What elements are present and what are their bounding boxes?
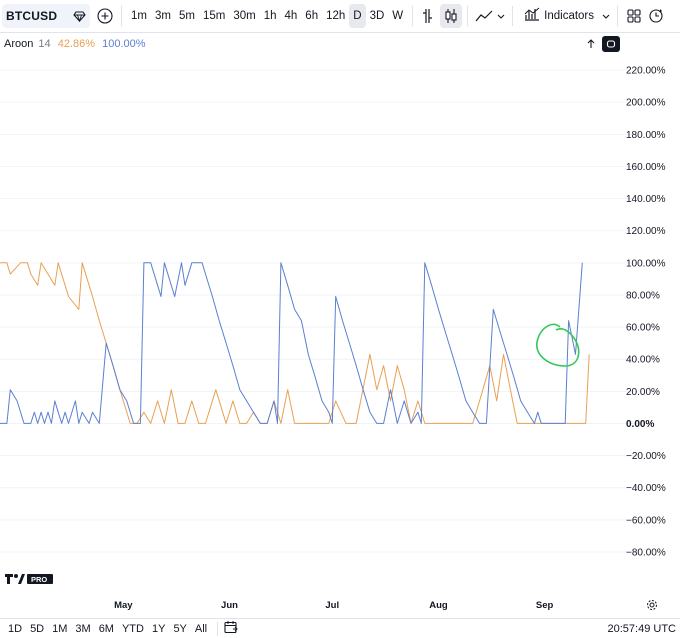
diamond-icon[interactable] (72, 9, 86, 23)
toolbar-divider (512, 6, 514, 26)
range-all[interactable]: All (191, 623, 211, 635)
chart-series (0, 262, 590, 424)
chevron-down-icon[interactable] (600, 4, 612, 28)
toolbar-divider (467, 6, 469, 26)
range-1d[interactable]: 1D (4, 623, 26, 635)
y-tick-label: 0.00% (626, 419, 654, 430)
aroon-up-line (0, 262, 590, 424)
indicators-label: Indicators (544, 10, 595, 22)
aroon-chart[interactable]: 220.00% 200.00% 180.00% 160.00% 140.00% 120.0… (0, 33, 680, 618)
range-6m[interactable]: 6M (95, 623, 118, 635)
svg-text:PRO: PRO (31, 575, 47, 584)
candles-icon[interactable] (440, 4, 463, 28)
symbol-label: BTCUSD (6, 9, 58, 23)
utc-clock[interactable]: 20:57:49 UTC (608, 623, 676, 635)
x-tick-label: Aug (429, 600, 448, 611)
toolbar-divider (217, 621, 219, 636)
indicators-icon (524, 7, 540, 26)
symbol-search[interactable]: BTCUSD (2, 4, 90, 28)
timeframe-6h[interactable]: 6h (301, 4, 322, 28)
y-tick-label: 140.00% (626, 194, 666, 205)
x-tick-label: Jul (325, 600, 339, 611)
timeframe-30m[interactable]: 30m (229, 4, 259, 28)
x-tick-label: Sep (536, 600, 554, 611)
y-tick-label: 200.00% (626, 98, 666, 109)
x-tick-label: Jun (221, 600, 238, 611)
range-5d[interactable]: 5D (26, 623, 48, 635)
gear-icon[interactable] (646, 598, 658, 610)
x-tick-label: May (114, 600, 133, 611)
bar-style-icon[interactable] (418, 4, 440, 28)
y-tick-label: 100.00% (626, 258, 666, 269)
timeframe-4h[interactable]: 4h (281, 4, 302, 28)
toolbar-divider (412, 6, 414, 26)
timeframe-5m[interactable]: 5m (175, 4, 199, 28)
range-ytd[interactable]: YTD (118, 623, 148, 635)
range-1y[interactable]: 1Y (148, 623, 169, 635)
chevron-down-icon[interactable] (495, 4, 507, 28)
y-tick-label: −20.00% (626, 451, 666, 462)
timeframe-list: 1m 3m 5m 15m 30m 1h 4h 6h 12h D 3D W (127, 4, 407, 28)
chart-grid (0, 69, 640, 553)
y-tick-label: −60.00% (626, 515, 666, 526)
y-tick-label: 160.00% (626, 162, 666, 173)
y-tick-label: 40.00% (626, 355, 660, 366)
annotation-circle (536, 323, 580, 367)
time-axis[interactable]: May Jun Jul Aug Sep (114, 600, 553, 611)
y-tick-label: 20.00% (626, 387, 660, 398)
y-tick-label: 60.00% (626, 323, 660, 334)
toolbar-divider (617, 6, 619, 26)
go-to-date-calendar-icon[interactable] (224, 620, 238, 637)
y-tick-label: 220.00% (626, 66, 666, 77)
timeframe-d[interactable]: D (349, 4, 366, 28)
indicators-button[interactable]: Indicators (524, 4, 594, 28)
timeframe-1m[interactable]: 1m (127, 4, 151, 28)
compare-symbol-plus-icon[interactable] (94, 5, 116, 27)
y-tick-label: −40.00% (626, 483, 666, 494)
range-5y[interactable]: 5Y (169, 623, 190, 635)
bottom-toolbar: 1D 5D 1M 3M 6M YTD 1Y 5Y All 20:57:49 UTC (0, 618, 680, 638)
tradingview-logo: PRO (5, 574, 53, 584)
timeframe-1h[interactable]: 1h (260, 4, 281, 28)
timeframe-w[interactable]: W (388, 4, 407, 28)
range-3m[interactable]: 3M (71, 623, 94, 635)
y-tick-label: 80.00% (626, 290, 660, 301)
y-tick-label: −80.00% (626, 547, 666, 558)
y-tick-label: 180.00% (626, 130, 666, 141)
layout-grid-icon[interactable] (623, 4, 645, 28)
aroon-down-line (0, 262, 583, 424)
timeframe-3m[interactable]: 3m (151, 4, 175, 28)
price-axis[interactable]: 220.00% 200.00% 180.00% 160.00% 140.00% 120.0… (626, 66, 666, 559)
line-chart-icon[interactable] (473, 4, 495, 28)
top-toolbar: BTCUSD 1m 3m 5m 15m 30m 1h 4h 6h 12h D 3D W Indicat… (0, 0, 680, 33)
range-list: 1D 5D 1M 3M 6M YTD 1Y 5Y All (0, 623, 211, 635)
timeframe-15m[interactable]: 15m (199, 4, 229, 28)
timeframe-12h[interactable]: 12h (322, 4, 349, 28)
toolbar-divider (121, 6, 122, 26)
range-1m[interactable]: 1M (48, 623, 71, 635)
y-tick-label: 120.00% (626, 226, 666, 237)
alert-clock-icon[interactable] (645, 4, 667, 28)
timeframe-3d[interactable]: 3D (366, 4, 389, 28)
